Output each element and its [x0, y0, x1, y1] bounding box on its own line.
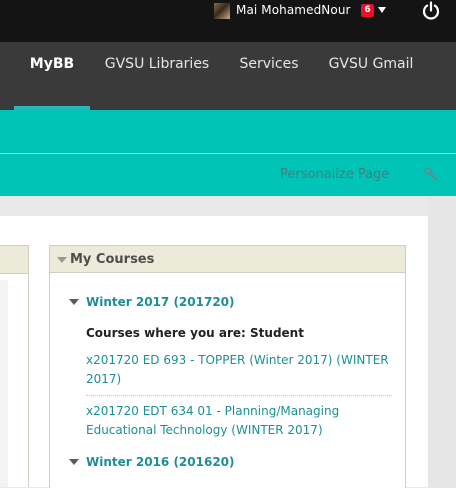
wrench-icon[interactable]	[424, 167, 438, 181]
top-bar: Mai MohamedNour 6	[0, 0, 456, 42]
caret-down-icon[interactable]	[378, 7, 386, 13]
course-link-ed-693[interactable]: x201720 ED 693 - TOPPER (Winter 2017) (W…	[86, 351, 396, 389]
tab-mybb[interactable]: MyBB	[14, 42, 90, 108]
user-avatar[interactable]	[214, 3, 230, 19]
left-module-header	[0, 245, 28, 274]
term-toggle-icon[interactable]	[69, 299, 79, 305]
left-module-body	[0, 280, 8, 487]
module-header[interactable]: My Courses	[50, 246, 405, 273]
collapse-triangle-icon[interactable]	[57, 257, 67, 263]
term-toggle-icon[interactable]	[69, 459, 79, 465]
my-courses-module: My Courses Winter 2017 (201720) Courses …	[49, 245, 406, 488]
term-title-winter-2017[interactable]: Winter 2017 (201720)	[86, 295, 235, 309]
content-gutter	[428, 196, 456, 487]
main-nav: MyBB GVSU Libraries Services GVSU Gmail	[0, 42, 456, 110]
tab-gvsu-gmail[interactable]: GVSU Gmail	[322, 42, 420, 108]
course-link-edt-634[interactable]: x201720 EDT 634 01 - Planning/Managing E…	[86, 402, 396, 440]
module-title: My Courses	[70, 252, 155, 267]
tab-gvsu-libraries[interactable]: GVSU Libraries	[100, 42, 214, 108]
user-name-link[interactable]: Mai MohamedNour	[236, 3, 351, 17]
power-icon[interactable]	[420, 0, 442, 22]
course-separator	[86, 395, 392, 396]
term-title-winter-2016[interactable]: Winter 2016 (201620)	[86, 455, 235, 469]
personalize-page-link[interactable]: Personalize Page	[280, 167, 389, 182]
course-menu-band	[0, 110, 456, 153]
notification-badge[interactable]: 6	[361, 4, 374, 17]
role-heading: Courses where you are: Student	[86, 326, 304, 340]
tab-services[interactable]: Services	[232, 42, 306, 108]
